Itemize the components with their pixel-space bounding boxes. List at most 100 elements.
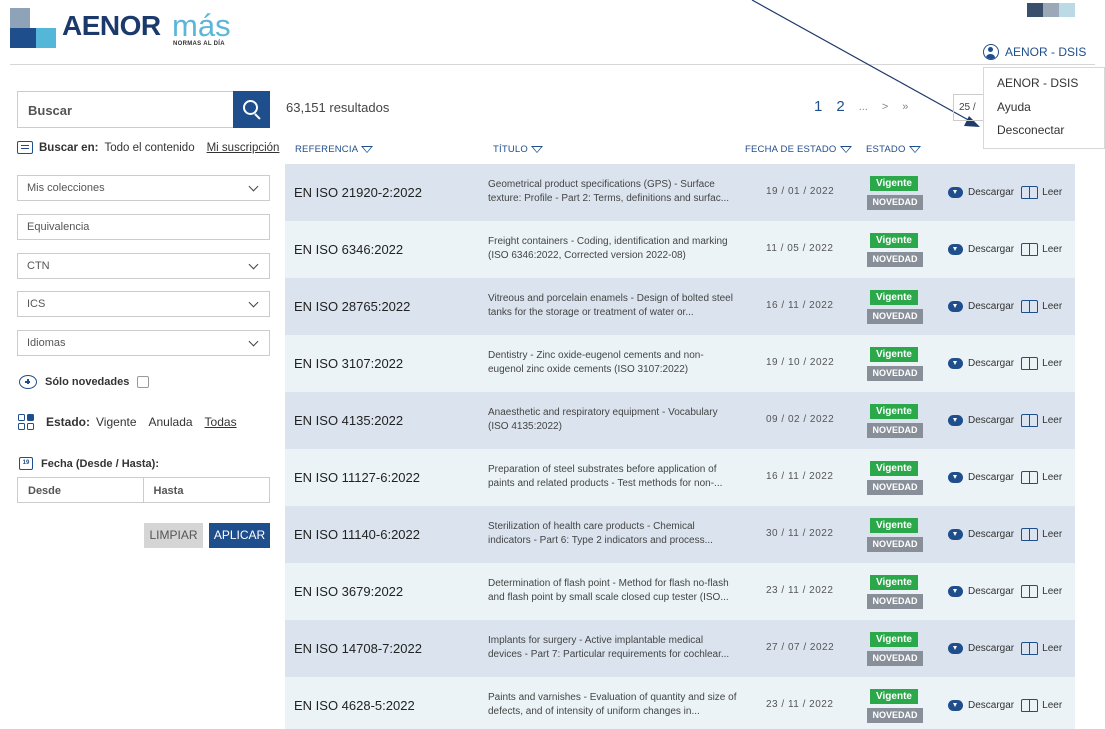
- book-icon[interactable]: [1021, 300, 1039, 313]
- read-link[interactable]: Leer: [1042, 643, 1062, 654]
- row-title[interactable]: Paints and varnishes - Evaluation of qua…: [488, 691, 738, 719]
- download-link[interactable]: Descargar: [968, 700, 1014, 711]
- row-title[interactable]: Geometrical product specifications (GPS)…: [488, 178, 738, 206]
- read-link[interactable]: Leer: [1042, 415, 1062, 426]
- limpiar-button[interactable]: LIMPIAR: [144, 523, 203, 548]
- read-link[interactable]: Leer: [1042, 301, 1062, 312]
- download-cloud-icon[interactable]: [948, 586, 963, 597]
- mis-colecciones-select[interactable]: Mis colecciones: [17, 175, 270, 201]
- row-title[interactable]: Dentistry - Zinc oxide-eugenol cements a…: [488, 349, 738, 377]
- download-cloud-icon[interactable]: [948, 244, 963, 255]
- row-title[interactable]: Preparation of steel substrates before a…: [488, 463, 738, 491]
- estado-option-vigente[interactable]: Vigente: [96, 415, 136, 429]
- download-cloud-icon[interactable]: [948, 301, 963, 312]
- row-title[interactable]: Freight containers - Coding, identificat…: [488, 235, 738, 263]
- download-cloud-icon[interactable]: [948, 415, 963, 426]
- table-row[interactable]: EN ISO 3679:2022 Determination of flash p…: [285, 563, 1075, 620]
- book-icon[interactable]: [1021, 186, 1039, 199]
- book-icon[interactable]: [1021, 414, 1039, 427]
- sort-fecha[interactable]: FECHA DE ESTADO: [745, 144, 852, 155]
- next-page[interactable]: >: [882, 101, 888, 113]
- download-link[interactable]: Descargar: [968, 529, 1014, 540]
- row-reference[interactable]: EN ISO 28765:2022: [294, 299, 410, 314]
- equivalencia-input[interactable]: Equivalencia: [17, 214, 270, 240]
- download-link[interactable]: Descargar: [968, 187, 1014, 198]
- sort-estado[interactable]: ESTADO: [866, 144, 921, 155]
- sort-titulo[interactable]: TÍTULO: [493, 144, 543, 155]
- row-reference[interactable]: EN ISO 21920-2:2022: [294, 185, 422, 200]
- download-cloud-icon[interactable]: [948, 472, 963, 483]
- book-icon[interactable]: [1021, 243, 1039, 256]
- table-row[interactable]: EN ISO 11127-6:2022 Preparation of steel …: [285, 449, 1075, 506]
- read-link[interactable]: Leer: [1042, 244, 1062, 255]
- row-title[interactable]: Determination of flash point - Method fo…: [488, 577, 738, 605]
- user-menu-logout[interactable]: Desconectar: [997, 123, 1091, 147]
- download-cloud-icon[interactable]: [948, 529, 963, 540]
- table-row[interactable]: EN ISO 14708-7:2022 Implants for surgery …: [285, 620, 1075, 677]
- table-row[interactable]: EN ISO 28765:2022 Vitreous and porcelain …: [285, 278, 1075, 335]
- row-reference[interactable]: EN ISO 3107:2022: [294, 356, 403, 371]
- book-icon[interactable]: [1021, 528, 1039, 541]
- page-1[interactable]: 1: [814, 98, 822, 115]
- read-link[interactable]: Leer: [1042, 358, 1062, 369]
- book-icon[interactable]: [1021, 585, 1039, 598]
- desde-input[interactable]: Desde: [18, 478, 144, 502]
- book-icon[interactable]: [1021, 357, 1039, 370]
- row-title[interactable]: Anaesthetic and respiratory equipment - …: [488, 406, 738, 434]
- download-cloud-icon[interactable]: [948, 700, 963, 711]
- aenor-mas-logo[interactable]: AENOR más NORMAS AL DÍA: [10, 8, 240, 56]
- table-row[interactable]: EN ISO 21920-2:2022 Geometrical product s…: [285, 164, 1075, 221]
- aplicar-button[interactable]: APLICAR: [209, 523, 270, 548]
- row-reference[interactable]: EN ISO 11140-6:2022: [294, 527, 420, 542]
- download-link[interactable]: Descargar: [968, 586, 1014, 597]
- search-input[interactable]: Buscar: [17, 91, 270, 128]
- option-todo-contenido[interactable]: Todo el contenido: [104, 142, 194, 154]
- table-row[interactable]: EN ISO 6346:2022 Freight containers - Cod…: [285, 221, 1075, 278]
- read-link[interactable]: Leer: [1042, 529, 1062, 540]
- read-link[interactable]: Leer: [1042, 472, 1062, 483]
- download-link[interactable]: Descargar: [968, 643, 1014, 654]
- user-menu-account[interactable]: AENOR - DSIS: [997, 76, 1091, 100]
- download-cloud-icon[interactable]: [948, 358, 963, 369]
- per-page-select[interactable]: 25 /: [953, 94, 983, 121]
- row-title[interactable]: Vitreous and porcelain enamels - Design …: [488, 292, 738, 320]
- download-link[interactable]: Descargar: [968, 358, 1014, 369]
- table-row[interactable]: EN ISO 4628-5:2022 Paints and varnishes -…: [285, 677, 1075, 729]
- download-cloud-icon[interactable]: [948, 643, 963, 654]
- read-link[interactable]: Leer: [1042, 187, 1062, 198]
- row-reference[interactable]: EN ISO 4135:2022: [294, 413, 403, 428]
- book-icon[interactable]: [1021, 471, 1039, 484]
- row-reference[interactable]: EN ISO 3679:2022: [294, 584, 403, 599]
- table-row[interactable]: EN ISO 3107:2022 Dentistry - Zinc oxide-e…: [285, 335, 1075, 392]
- row-title[interactable]: Implants for surgery - Active implantabl…: [488, 634, 738, 662]
- sort-referencia[interactable]: REFERENCIA: [295, 144, 374, 155]
- read-link[interactable]: Leer: [1042, 586, 1062, 597]
- download-cloud-icon[interactable]: [948, 187, 963, 198]
- last-page[interactable]: »: [902, 101, 908, 113]
- row-reference[interactable]: EN ISO 4628-5:2022: [294, 698, 415, 713]
- ctn-select[interactable]: CTN: [17, 253, 270, 279]
- row-title[interactable]: Sterilization of health care products - …: [488, 520, 738, 548]
- estado-option-anulada[interactable]: Anulada: [149, 415, 193, 429]
- hasta-input[interactable]: Hasta: [144, 478, 270, 502]
- row-reference[interactable]: EN ISO 6346:2022: [294, 242, 403, 257]
- page-2[interactable]: 2: [836, 98, 844, 115]
- user-menu-toggle[interactable]: AENOR - DSIS: [983, 44, 1086, 60]
- download-link[interactable]: Descargar: [968, 301, 1014, 312]
- solo-novedades-checkbox[interactable]: [137, 376, 150, 388]
- book-icon[interactable]: [1021, 642, 1039, 655]
- estado-option-todas[interactable]: Todas: [205, 415, 237, 429]
- table-row[interactable]: EN ISO 11140-6:2022 Sterilization of heal…: [285, 506, 1075, 563]
- ics-select[interactable]: ICS: [17, 291, 270, 317]
- user-menu-help[interactable]: Ayuda: [997, 100, 1091, 124]
- download-link[interactable]: Descargar: [968, 472, 1014, 483]
- table-row[interactable]: EN ISO 4135:2022 Anaesthetic and respirat…: [285, 392, 1075, 449]
- download-link[interactable]: Descargar: [968, 244, 1014, 255]
- search-button[interactable]: [233, 91, 270, 128]
- read-link[interactable]: Leer: [1042, 700, 1062, 711]
- option-mi-suscripcion[interactable]: Mi suscripción: [207, 142, 280, 154]
- row-reference[interactable]: EN ISO 11127-6:2022: [294, 470, 420, 485]
- download-link[interactable]: Descargar: [968, 415, 1014, 426]
- row-reference[interactable]: EN ISO 14708-7:2022: [294, 641, 422, 656]
- book-icon[interactable]: [1021, 699, 1039, 712]
